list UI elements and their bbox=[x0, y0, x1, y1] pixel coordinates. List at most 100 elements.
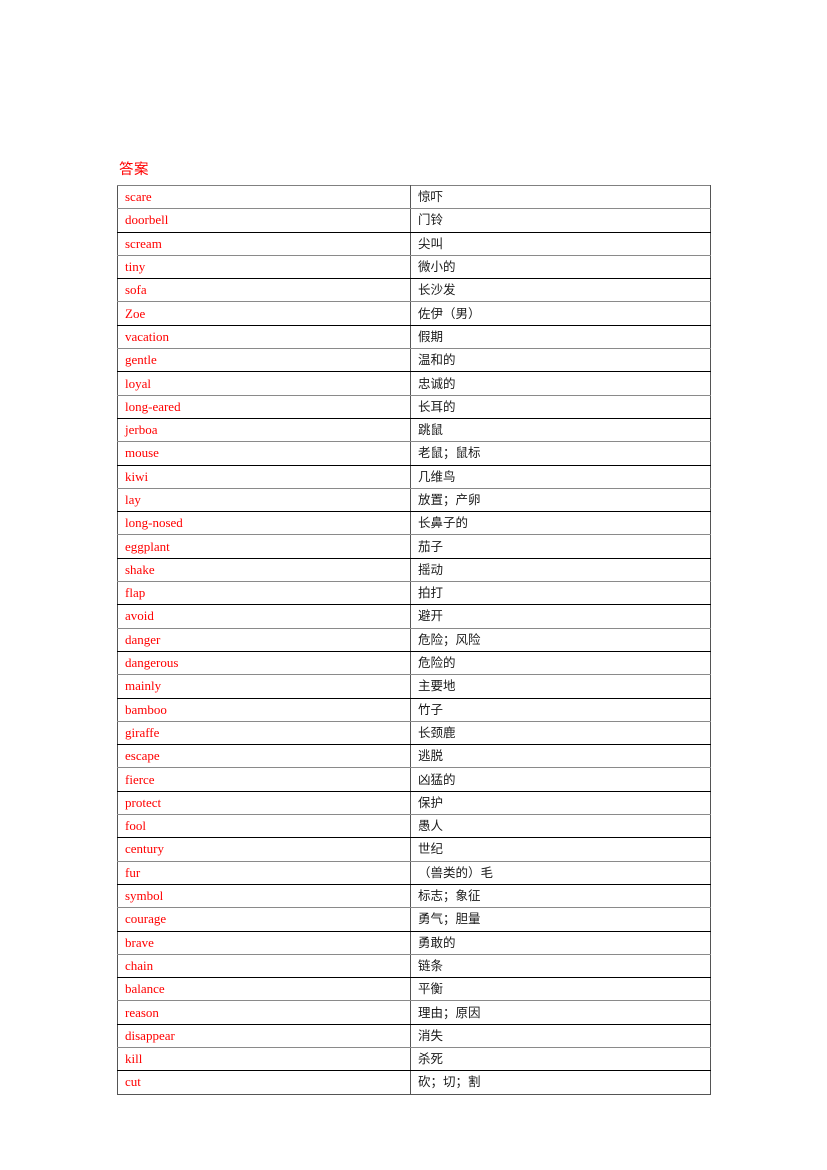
vocab-word-cell: balance bbox=[117, 977, 411, 1002]
vocab-word-cell: scream bbox=[117, 232, 411, 256]
vocab-meaning-cell: 长鼻子的 bbox=[410, 511, 711, 536]
vocabulary-table-body: scare 惊吓 doorbell 门铃 scream 尖叫 tiny 微小的 sofa 长沙发 Z… bbox=[117, 185, 711, 1095]
vocab-meaning-cell: 危险的 bbox=[410, 651, 711, 676]
table-row: cut 砍；切；割 bbox=[117, 1070, 711, 1095]
vocab-meaning-cell: 标志；象征 bbox=[410, 884, 711, 909]
vocab-meaning-cell: 避开 bbox=[410, 604, 711, 629]
vocab-word-cell: brave bbox=[117, 931, 411, 955]
table-row: bamboo 竹子 bbox=[117, 698, 711, 722]
vocab-meaning-cell: 勇气；胆量 bbox=[410, 907, 711, 932]
vocab-word-cell: long-eared bbox=[117, 395, 411, 419]
table-row: tiny 微小的 bbox=[117, 255, 711, 280]
vocab-meaning-cell: 茄子 bbox=[410, 534, 711, 559]
vocab-meaning-cell: 砍；切；割 bbox=[418, 1074, 481, 1090]
vocab-word-cell: fool bbox=[117, 814, 411, 839]
vocab-meaning-cell: 尖叫 bbox=[410, 232, 711, 256]
vocab-meaning-cell: 门铃 bbox=[410, 208, 711, 233]
table-row: kiwi 几维鸟 bbox=[117, 465, 711, 489]
vocab-word-cell: escape bbox=[117, 744, 411, 769]
vocab-meaning-cell: 保护 bbox=[410, 791, 711, 816]
table-row: sofa 长沙发 bbox=[117, 278, 711, 303]
table-row: symbol 标志；象征 bbox=[117, 884, 711, 909]
vocab-meaning-cell: 长颈鹿 bbox=[410, 721, 711, 746]
table-row: century 世纪 bbox=[117, 837, 711, 862]
vocab-word-cell: scare bbox=[117, 185, 411, 210]
vocab-word-cell: fierce bbox=[117, 767, 411, 792]
vocab-meaning-cell: 忠诚的 bbox=[410, 371, 711, 396]
vocab-meaning-cell: 长耳的 bbox=[410, 395, 711, 419]
vocab-meaning-cell: 长沙发 bbox=[410, 278, 711, 303]
vocab-meaning-cell: 主要地 bbox=[410, 674, 711, 699]
vocab-word-cell: symbol bbox=[117, 884, 411, 909]
vocab-word-cell: sofa bbox=[117, 278, 411, 303]
vocab-word-cell: protect bbox=[117, 791, 411, 816]
vocab-word-cell: gentle bbox=[117, 348, 411, 373]
vocab-word-cell: jerboa bbox=[117, 418, 411, 443]
vocab-meaning-cell: 惊吓 bbox=[410, 185, 711, 210]
vocab-meaning-cell: 老鼠；鼠标 bbox=[410, 441, 711, 466]
table-row: protect 保护 bbox=[117, 791, 711, 816]
table-row: fur （兽类的）毛 bbox=[117, 861, 711, 885]
table-row: long-nosed 长鼻子的 bbox=[117, 511, 711, 536]
vocab-meaning-cell: 愚人 bbox=[410, 814, 711, 839]
vocab-meaning-cell: 拍打 bbox=[410, 581, 711, 606]
vocab-meaning-cell: 理由；原因 bbox=[410, 1000, 711, 1025]
table-row: Zoe 佐伊（男） bbox=[117, 301, 711, 326]
vocab-word-cell: chain bbox=[117, 954, 411, 979]
vocab-word-cell: lay bbox=[117, 488, 411, 513]
table-row: avoid 避开 bbox=[117, 604, 711, 629]
vocab-meaning-cell: 平衡 bbox=[410, 977, 711, 1002]
vocab-word-cell: kill bbox=[117, 1047, 411, 1072]
vocab-meaning-cell: 几维鸟 bbox=[410, 465, 711, 489]
table-row: dangerous 危险的 bbox=[117, 651, 711, 676]
table-row: eggplant 茄子 bbox=[117, 534, 711, 559]
vocab-meaning-cell: 消失 bbox=[410, 1024, 711, 1048]
table-row: doorbell 门铃 bbox=[117, 208, 711, 233]
table-row: mouse 老鼠；鼠标 bbox=[117, 441, 711, 466]
document-body: 答案 scare 惊吓 doorbell 门铃 scream 尖叫 tiny 微小的 sofa 长… bbox=[117, 160, 711, 1095]
vocab-word-cell: giraffe bbox=[117, 721, 411, 746]
table-row: chain 链条 bbox=[117, 954, 711, 979]
table-row: danger 危险；风险 bbox=[117, 628, 711, 652]
vocab-meaning-cell: 逃脱 bbox=[410, 744, 711, 769]
table-row: long-eared 长耳的 bbox=[117, 395, 711, 419]
vocab-word-cell: eggplant bbox=[117, 534, 411, 559]
vocab-word-cell: century bbox=[117, 837, 411, 862]
vocab-word-cell: reason bbox=[117, 1000, 411, 1025]
table-row: loyal 忠诚的 bbox=[117, 371, 711, 396]
table-row: mainly 主要地 bbox=[117, 674, 711, 699]
vocab-word-cell: shake bbox=[117, 558, 411, 583]
vocab-word-cell: fur bbox=[117, 861, 411, 885]
table-row: disappear 消失 bbox=[117, 1024, 711, 1048]
vocab-word-cell: tiny bbox=[117, 255, 411, 280]
vocab-meaning-cell: 假期 bbox=[410, 325, 711, 350]
table-row: scare 惊吓 bbox=[117, 185, 711, 210]
vocab-word-cell: courage bbox=[117, 907, 411, 932]
vocabulary-table: scare 惊吓 doorbell 门铃 scream 尖叫 tiny 微小的 sofa 长沙发 Z… bbox=[117, 185, 711, 1095]
vocab-meaning-cell: 佐伊（男） bbox=[410, 301, 711, 326]
vocab-word-cell: Zoe bbox=[117, 301, 411, 326]
vocab-word-cell: mainly bbox=[117, 674, 411, 699]
table-row: shake 摇动 bbox=[117, 558, 711, 583]
vocab-word-cell: avoid bbox=[117, 604, 411, 629]
vocab-meaning-cell: 摇动 bbox=[410, 558, 711, 583]
vocab-word-cell: mouse bbox=[117, 441, 411, 466]
table-row: kill 杀死 bbox=[117, 1047, 711, 1072]
vocab-word-cell: vacation bbox=[117, 325, 411, 350]
vocab-meaning-cell: 温和的 bbox=[410, 348, 711, 373]
vocab-meaning-cell: 放置；产卵 bbox=[410, 488, 711, 513]
section-heading-answers: 答案 bbox=[119, 162, 149, 178]
vocab-meaning-cell: 世纪 bbox=[410, 837, 711, 862]
table-row: flap 拍打 bbox=[117, 581, 711, 606]
vocab-meaning-cell: 微小的 bbox=[410, 255, 711, 280]
table-row: balance 平衡 bbox=[117, 977, 711, 1002]
vocab-meaning-cell: 链条 bbox=[410, 954, 711, 979]
table-row: scream 尖叫 bbox=[117, 232, 711, 256]
table-row: fool 愚人 bbox=[117, 814, 711, 839]
document-page: 答案 scare 惊吓 doorbell 门铃 scream 尖叫 tiny 微小的 sofa 长… bbox=[0, 0, 827, 1170]
vocab-meaning-cell: 竹子 bbox=[410, 698, 711, 722]
vocab-word-cell: dangerous bbox=[117, 651, 411, 676]
vocab-word-cell: disappear bbox=[117, 1024, 411, 1048]
vocab-meaning-cell: 跳鼠 bbox=[410, 418, 711, 443]
table-row: giraffe 长颈鹿 bbox=[117, 721, 711, 746]
